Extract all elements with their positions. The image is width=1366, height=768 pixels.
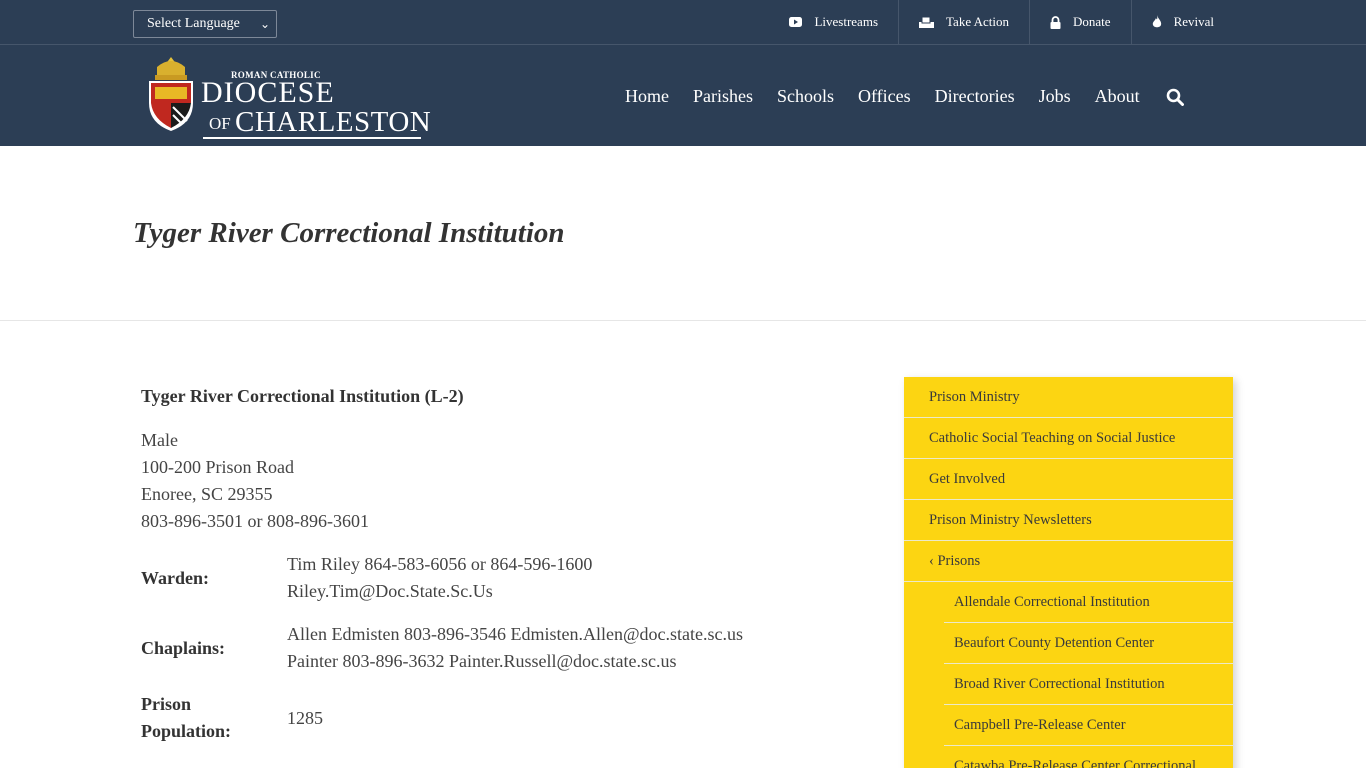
- address-street: 100-200 Prison Road: [141, 457, 294, 477]
- revival-link[interactable]: Revival: [1130, 0, 1234, 44]
- logo-underline: [203, 137, 421, 139]
- flame-icon: [1152, 15, 1161, 28]
- top-bar: Select Language ⌄ Livestreams Take Actio…: [0, 0, 1366, 45]
- sidebar-item-get-involved[interactable]: Get Involved: [904, 459, 1233, 500]
- nav-home[interactable]: Home: [625, 86, 669, 107]
- sidebar-subitem-allendale[interactable]: Allendale Correctional Institution: [944, 582, 1233, 623]
- site-header: ROMAN CATHOLIC DIOCESE OF CHARLESTON Hom…: [0, 45, 1366, 146]
- language-select[interactable]: Select Language ⌄: [133, 10, 277, 38]
- nav-directories[interactable]: Directories: [935, 86, 1015, 107]
- logo-of: OF: [209, 114, 231, 133]
- take-action-label: Take Action: [946, 14, 1010, 29]
- warden-line: Tim Riley 864-583-6056 or 864-596-1600: [287, 554, 593, 574]
- address-gender: Male: [141, 430, 178, 450]
- info-table: Warden: Tim Riley 864-583-6056 or 864-59…: [141, 551, 841, 745]
- warden-value: Tim Riley 864-583-6056 or 864-596-1600 R…: [287, 551, 592, 605]
- take-action-link[interactable]: Take Action: [898, 0, 1029, 44]
- logo-line1: DIOCESE: [201, 76, 335, 109]
- sidebar-subitem-catawba[interactable]: Catawba Pre-Release Center Correctional: [944, 746, 1233, 768]
- chaplains-label: Chaplains:: [141, 637, 226, 658]
- chaplain-line: Painter 803-896-3632 Painter.Russell@doc…: [287, 651, 677, 671]
- livestreams-link[interactable]: Livestreams: [769, 0, 898, 44]
- nav-about[interactable]: About: [1095, 86, 1140, 107]
- population-label: Prison Population:: [141, 691, 287, 745]
- ballot-box-icon: [919, 16, 935, 28]
- nav-schools[interactable]: Schools: [777, 86, 834, 107]
- nav-parishes[interactable]: Parishes: [693, 86, 753, 107]
- chaplain-line: Allen Edmisten 803-896-3546 Edmisten.All…: [287, 624, 744, 644]
- sidebar-item-newsletters[interactable]: Prison Ministry Newsletters: [904, 500, 1233, 541]
- warden-row: Warden: Tim Riley 864-583-6056 or 864-59…: [141, 551, 841, 605]
- institution-heading: Tyger River Correctional Institution (L-…: [141, 386, 464, 406]
- warden-email: Riley.Tim@Doc.State.Sc.Us: [287, 581, 493, 601]
- diocese-logo[interactable]: ROMAN CATHOLIC DIOCESE OF CHARLESTON: [143, 55, 431, 139]
- nav-offices[interactable]: Offices: [858, 86, 911, 107]
- warden-label: Warden:: [141, 567, 210, 588]
- sidebar-subitem-broad-river[interactable]: Broad River Correctional Institution: [944, 664, 1233, 705]
- coat-of-arms-icon: [149, 57, 193, 131]
- logo-line2: CHARLESTON: [235, 106, 432, 138]
- nav-jobs[interactable]: Jobs: [1039, 86, 1071, 107]
- sidebar-item-prisons[interactable]: ‹ Prisons: [904, 541, 1233, 582]
- language-select-label: Select Language: [147, 16, 240, 31]
- population-label-line: Population:: [141, 721, 232, 741]
- sidebar-item-social-teaching[interactable]: Catholic Social Teaching on Social Justi…: [904, 418, 1233, 459]
- donate-label: Donate: [1073, 14, 1111, 29]
- chaplains-row: Chaplains: Allen Edmisten 803-896-3546 E…: [141, 621, 841, 675]
- chevron-down-icon: ⌄: [259, 17, 270, 31]
- utility-links: Livestreams Take Action Donate Revival: [769, 0, 1234, 44]
- sidebar-subitem-beaufort[interactable]: Beaufort County Detention Center: [944, 623, 1233, 664]
- sidebar-menu: Prison Ministry Catholic Social Teaching…: [904, 377, 1233, 768]
- lock-icon: [1050, 15, 1061, 29]
- population-label-line: Prison: [141, 694, 192, 714]
- sidebar-subitem-campbell[interactable]: Campbell Pre-Release Center: [944, 705, 1233, 746]
- sidebar-item-prison-ministry[interactable]: Prison Ministry: [904, 377, 1233, 418]
- livestreams-label: Livestreams: [814, 14, 879, 29]
- page-title: Tyger River Correctional Institution: [133, 217, 565, 249]
- search-icon[interactable]: [1166, 88, 1184, 106]
- population-row: Prison Population: 1285: [141, 691, 841, 745]
- page-title-section: Tyger River Correctional Institution: [0, 146, 1366, 321]
- donate-link[interactable]: Donate: [1029, 0, 1131, 44]
- chaplains-value: Allen Edmisten 803-896-3546 Edmisten.All…: [287, 621, 743, 675]
- youtube-icon: [789, 17, 803, 27]
- address-city: Enoree, SC 29355: [141, 484, 273, 504]
- revival-label: Revival: [1173, 14, 1214, 29]
- main-nav: Home Parishes Schools Offices Directorie…: [625, 86, 1184, 107]
- address-phone: 803-896-3501 or 808-896-3601: [141, 511, 369, 531]
- main-content: Tyger River Correctional Institution (L-…: [141, 386, 841, 745]
- population-value: 1285: [287, 707, 323, 728]
